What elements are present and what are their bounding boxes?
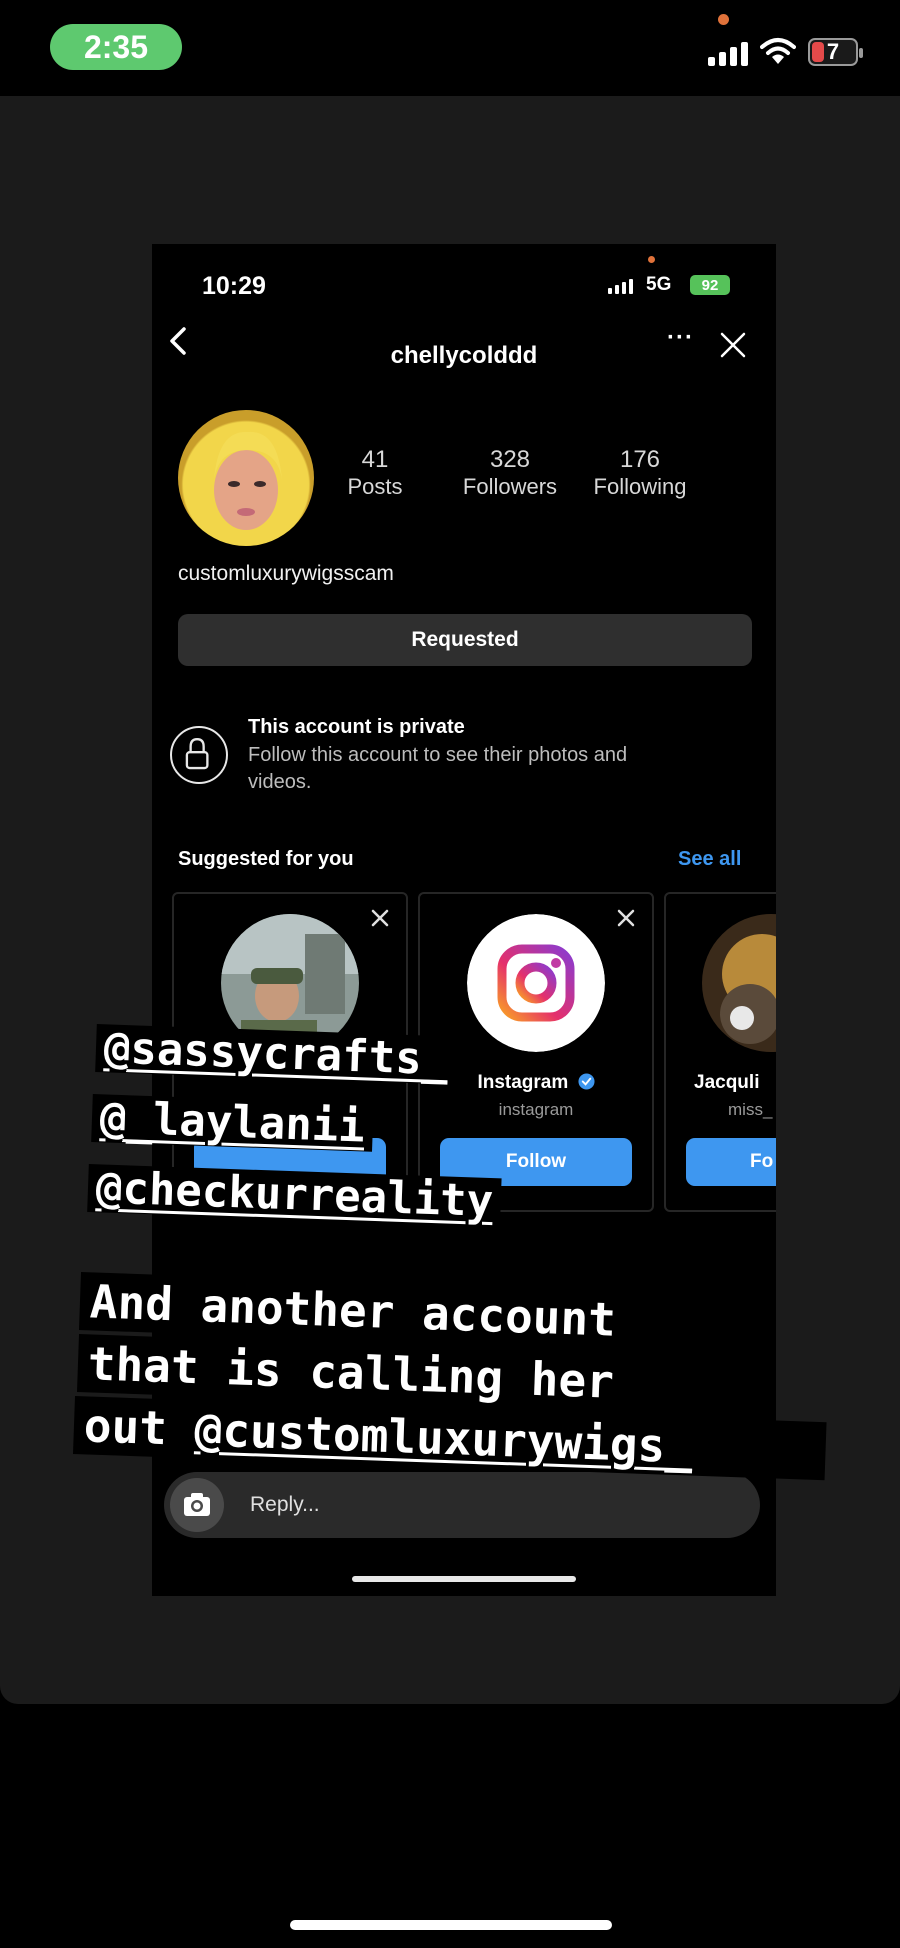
follow-button[interactable]: Fo [686,1138,776,1186]
battery-level: 7 [826,39,840,64]
inner-time: 10:29 [202,272,266,300]
verified-badge-icon [578,1073,595,1090]
stat-followers[interactable]: 328 Followers [450,446,570,500]
reply-input[interactable]: Reply... [164,1472,760,1538]
see-all-link[interactable]: See all [678,848,741,871]
stat-following[interactable]: 176 Following [580,446,700,500]
close-icon[interactable] [718,330,748,360]
inner-camera-indicator [648,256,655,263]
suggested-card[interactable]: Jacquli miss_ Fo [664,892,776,1212]
camera-icon[interactable] [170,1478,224,1532]
camera-in-use-indicator [718,14,729,25]
inner-status-bar: 10:29 5G 92 [152,244,776,304]
stat-following-label: Following [593,474,687,499]
mention-sticker[interactable]: @_laylanii [91,1092,374,1153]
suggested-avatar [702,914,776,1052]
dismiss-icon[interactable] [370,908,390,928]
wifi-icon [760,38,796,64]
stat-posts-value: 41 [361,446,389,473]
stat-followers-label: Followers [462,474,558,499]
status-time: 2:35 [50,24,182,70]
inner-signal-icon [608,278,633,294]
stat-posts[interactable]: 41 Posts [330,446,420,500]
more-options-icon[interactable]: ··· [667,324,694,352]
inner-network: 5G [646,274,672,295]
stat-following-value: 176 [619,446,661,473]
reply-placeholder: Reply... [250,1493,320,1516]
caption-text: out [83,1398,168,1456]
suggested-name: Jacquli [694,1072,760,1093]
inner-home-indicator [352,1576,576,1582]
lock-icon [170,726,228,784]
suggested-title: Suggested for you [178,848,354,870]
suggested-handle: miss_ [728,1100,773,1119]
stat-followers-value: 328 [489,446,531,473]
home-indicator [290,1920,612,1930]
suggested-handle: instagram [498,1100,574,1119]
profile-avatar[interactable] [178,410,314,546]
stat-posts-label: Posts [347,474,403,499]
battery-icon: 7 [808,38,863,66]
dismiss-icon[interactable] [616,908,636,928]
inner-battery: 92 [690,275,730,295]
private-account-title: This account is private [248,716,465,738]
suggested-name-text: Instagram [477,1072,569,1093]
private-account-subtitle: Follow this account to see their photos … [248,744,628,793]
profile-display-name: customluxurywigsscam [178,562,394,585]
cellular-signal-icon [708,40,748,66]
requested-button[interactable]: Requested [178,614,752,666]
instagram-logo-avatar [467,914,605,1052]
